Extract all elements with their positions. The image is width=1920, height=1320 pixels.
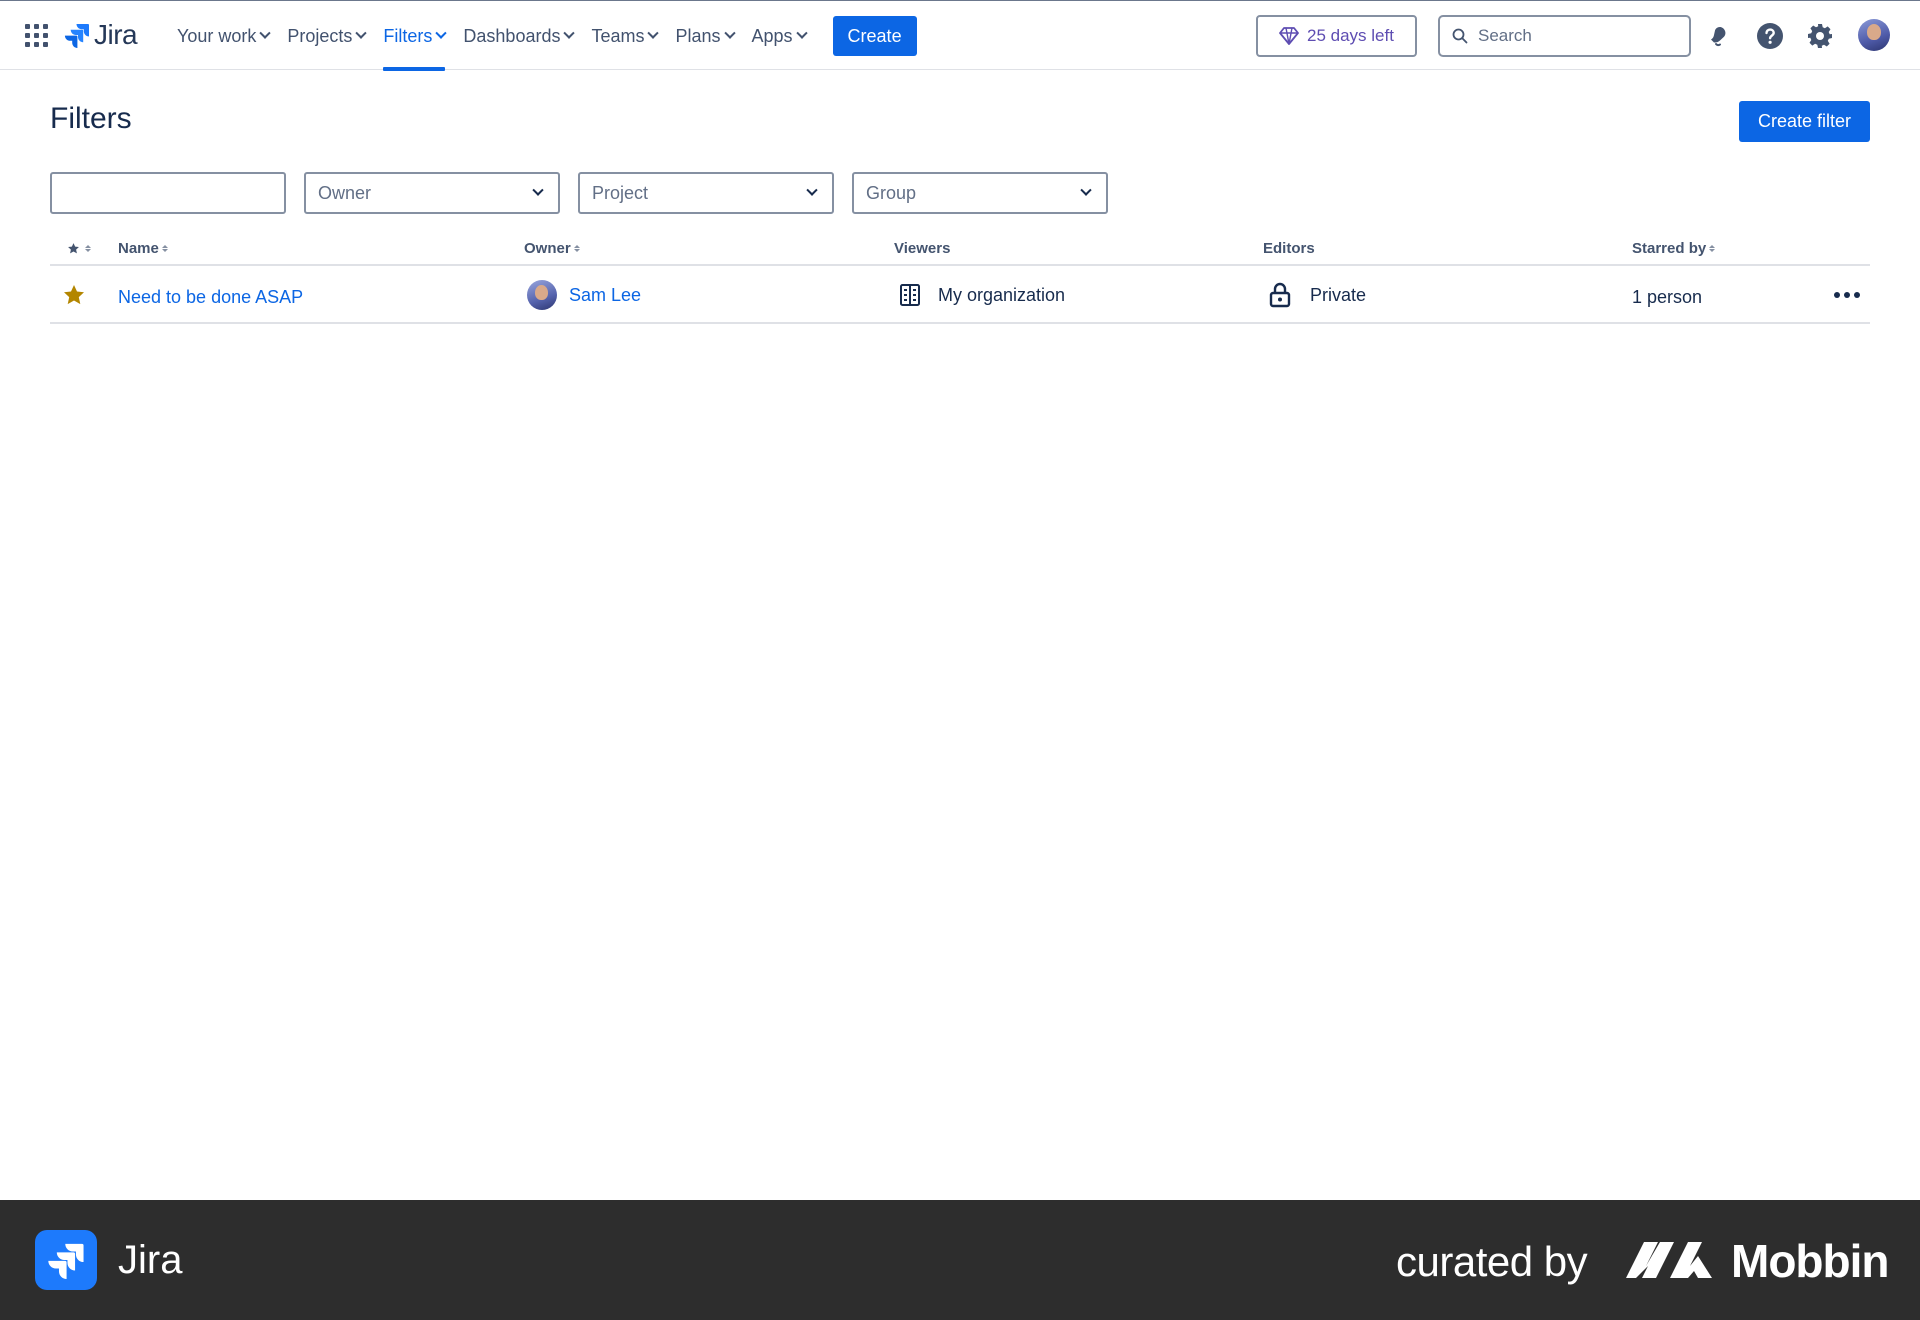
nav-label: Filters: [383, 25, 433, 46]
project-select[interactable]: Project: [578, 172, 834, 214]
search-placeholder: Search: [1478, 26, 1532, 45]
owner-select-placeholder: Owner: [318, 182, 372, 203]
help-icon: [1757, 23, 1783, 49]
chevron-down-icon: [795, 27, 808, 39]
search-icon: [1452, 28, 1468, 44]
star-column-header[interactable]: [67, 242, 91, 255]
nav-label: Apps: [751, 25, 793, 46]
lock-icon: [1269, 282, 1291, 308]
filter-name-cell: Need to be done ASAP: [118, 268, 303, 326]
mobbin-brand: Mobbin: [1731, 1235, 1889, 1287]
settings-button[interactable]: [1803, 19, 1837, 53]
column-label: Viewers: [894, 240, 951, 257]
starred-by-value: 1 person: [1632, 286, 1703, 307]
editors-cell: Private: [1269, 266, 1366, 324]
nav-apps[interactable]: Apps: [743, 1, 815, 71]
owner-link[interactable]: Sam Lee: [569, 285, 641, 306]
column-label: Name: [118, 240, 159, 257]
bell-icon: [1711, 26, 1726, 47]
owner-column-header[interactable]: Owner: [524, 240, 580, 257]
nav-label: Projects: [287, 25, 353, 46]
star-toggle[interactable]: [62, 266, 86, 324]
chevron-down-icon: [723, 27, 736, 39]
top-navigation: Jira Your work Projects Filters Dashboar…: [0, 0, 1920, 71]
primary-nav: Your work Projects Filters Dashboards Te…: [168, 1, 917, 71]
chevron-down-icon: [259, 27, 272, 39]
nav-label: Plans: [675, 25, 721, 46]
editors-value: Private: [1310, 284, 1367, 305]
star-filled-icon: [64, 285, 84, 305]
viewers-cell: My organization: [898, 266, 1065, 324]
filter-search-field[interactable]: [50, 172, 286, 214]
filters-table: Name Owner Viewers Editors Starred by Ne…: [50, 236, 1870, 324]
filter-search-input[interactable]: [52, 174, 283, 212]
curated-banner: Jira curated by Mobbin: [0, 1200, 1920, 1320]
viewers-value: My organization: [938, 284, 1066, 305]
user-avatar[interactable]: [1858, 19, 1890, 51]
notifications-button[interactable]: [1702, 19, 1736, 53]
starred-by-column-header[interactable]: Starred by: [1632, 240, 1716, 257]
column-label: Starred by: [1632, 240, 1707, 257]
jira-logo-text: Jira: [94, 19, 138, 50]
app-switcher-icon[interactable]: [24, 23, 48, 47]
owner-select[interactable]: Owner: [304, 172, 560, 214]
jira-app-icon: [35, 1230, 97, 1290]
chevron-down-icon: [435, 27, 448, 39]
nav-your-work[interactable]: Your work: [168, 1, 278, 71]
sort-icon: [573, 245, 580, 252]
create-filter-button[interactable]: Create filter: [1739, 101, 1870, 142]
nav-dashboards[interactable]: Dashboards: [454, 1, 582, 71]
nav-label: Teams: [591, 25, 645, 46]
chevron-down-icon: [647, 27, 660, 39]
chevron-down-icon: [1080, 184, 1092, 196]
nav-label: Dashboards: [463, 25, 561, 46]
project-select-placeholder: Project: [592, 182, 649, 203]
trial-label: 25 days left: [1307, 26, 1394, 45]
table-row: Need to be done ASAP Sam Lee My organiza…: [50, 266, 1870, 324]
starred-by-cell: 1 person: [1632, 268, 1702, 326]
viewers-column-header: Viewers: [894, 240, 950, 257]
nav-plans[interactable]: Plans: [666, 1, 742, 71]
curated-by-label: curated by: [1396, 1238, 1588, 1285]
nav-filters[interactable]: Filters: [374, 1, 454, 71]
building-icon: [900, 284, 920, 306]
nav-teams[interactable]: Teams: [582, 1, 666, 71]
jira-logo-icon: [64, 24, 89, 48]
owner-avatar: [527, 280, 557, 310]
star-icon: [68, 243, 79, 254]
diamond-icon: [1279, 27, 1299, 45]
sort-icon: [85, 245, 91, 252]
editors-column-header: Editors: [1263, 240, 1315, 257]
column-label: Editors: [1263, 240, 1315, 257]
chevron-down-icon: [355, 27, 368, 39]
create-button[interactable]: Create: [832, 16, 917, 56]
filter-name-link[interactable]: Need to be done ASAP: [118, 287, 303, 308]
owner-cell: Sam Lee: [527, 266, 641, 324]
more-actions-button[interactable]: [1834, 266, 1860, 324]
mobbin-logo-icon: [1626, 1242, 1712, 1278]
group-select-placeholder: Group: [866, 182, 917, 203]
nav-projects[interactable]: Projects: [278, 1, 374, 71]
help-button[interactable]: [1753, 19, 1787, 53]
trial-days-button[interactable]: 25 days left: [1256, 15, 1417, 57]
chevron-down-icon: [532, 184, 544, 196]
table-header: Name Owner Viewers Editors Starred by: [50, 236, 1870, 266]
gear-icon: [1808, 24, 1832, 48]
chevron-down-icon: [563, 27, 576, 39]
chevron-down-icon: [806, 184, 818, 196]
footer-app-name: Jira: [118, 1238, 183, 1282]
page-title: Filters: [50, 102, 132, 135]
nav-label: Your work: [177, 25, 257, 46]
column-label: Owner: [524, 240, 571, 257]
group-select[interactable]: Group: [852, 172, 1108, 214]
sort-icon: [161, 245, 168, 252]
name-column-header[interactable]: Name: [118, 240, 168, 257]
more-icon: [1834, 292, 1860, 298]
sort-icon: [1709, 245, 1716, 252]
global-search-input[interactable]: Search: [1438, 15, 1691, 57]
jira-logo[interactable]: Jira: [64, 19, 138, 51]
